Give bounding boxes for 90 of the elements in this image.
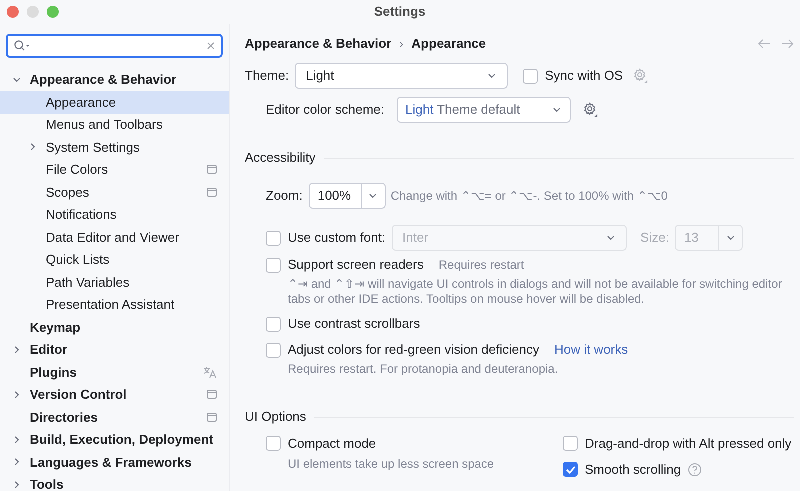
- checkbox-label: Adjust colors for red-green vision deficiency: [288, 341, 540, 360]
- tree-item[interactable]: Editor: [0, 338, 229, 361]
- tree-item-label: Plugins: [30, 364, 77, 382]
- checkbox-label: Compact mode: [288, 434, 376, 453]
- tree-item-label: Notifications: [46, 206, 117, 224]
- settings-icon[interactable]: [582, 102, 598, 118]
- expand-chevron-icon[interactable]: [12, 480, 22, 490]
- checkbox[interactable]: [266, 316, 281, 332]
- checkbox[interactable]: [563, 462, 578, 477]
- tree-item-label: File Colors: [46, 161, 108, 179]
- window-title: Settings: [374, 3, 426, 22]
- tree-item-label: System Settings: [46, 138, 140, 157]
- checkbox-label: Use contrast scrollbars: [288, 315, 420, 334]
- tree-item[interactable]: Path Variables: [0, 271, 229, 294]
- checkbox-label: Sync with OS: [545, 67, 624, 86]
- checkbox[interactable]: [523, 68, 538, 84]
- tree-item-label: Tools: [30, 476, 64, 491]
- breadcrumb-item: Appearance & Behavior: [245, 35, 392, 54]
- expand-chevron-icon[interactable]: [12, 457, 22, 468]
- theme-label: Theme:: [245, 67, 290, 86]
- tree-item-label: Path Variables: [46, 274, 130, 292]
- checkbox-label: Support screen readers: [288, 256, 424, 274]
- checkbox-label: Use custom font:: [288, 229, 386, 248]
- tree-item-label: Quick Lists: [46, 251, 110, 269]
- tree-item[interactable]: Menus and Toolbars: [0, 114, 229, 136]
- expand-chevron-icon[interactable]: [12, 434, 22, 445]
- tree-item[interactable]: Directories: [0, 406, 229, 428]
- checkbox-label: Drag-and-drop with Alt pressed only: [585, 434, 792, 453]
- tree-item-label: Editor: [30, 341, 68, 359]
- tree-item-label: Languages & Frameworks: [30, 454, 192, 472]
- tree-item[interactable]: Tools: [0, 474, 229, 491]
- tree-item-label: Build, Execution, Deployment: [30, 431, 214, 449]
- zoom-combo[interactable]: 100%: [308, 183, 386, 209]
- breadcrumb-separator: ›: [400, 36, 404, 53]
- tree-item[interactable]: File Colors: [0, 158, 229, 181]
- dropdown-chevron-icon[interactable]: [606, 233, 616, 243]
- tree-item-label: Directories: [30, 408, 98, 426]
- tree-item[interactable]: Data Editor and Viewer: [0, 226, 229, 248]
- section-title: Accessibility: [245, 149, 316, 168]
- tree-item-label: Menus and Toolbars: [46, 116, 163, 134]
- dropdown-chevron-icon[interactable]: [552, 105, 562, 115]
- tree-item[interactable]: Quick Lists: [0, 248, 229, 271]
- tree-item-label: Appearance & Behavior: [30, 71, 177, 89]
- tree-item[interactable]: Appearance & Behavior: [0, 68, 229, 91]
- checkbox[interactable]: [266, 258, 281, 272]
- clear-icon[interactable]: [207, 42, 215, 50]
- tree-item-label: Version Control: [30, 386, 127, 404]
- expand-chevron-icon[interactable]: [12, 344, 22, 355]
- tree-item[interactable]: System Settings: [0, 136, 229, 158]
- search-icon: [14, 40, 31, 52]
- dropdown-chevron-icon[interactable]: [726, 233, 736, 243]
- checkmark-icon: [566, 466, 576, 474]
- restart-note: Requires restart: [438, 257, 524, 274]
- tree-item[interactable]: Scopes: [0, 181, 229, 204]
- dropdown-chevron-icon[interactable]: [487, 71, 498, 81]
- tree-item-label: Presentation Assistant: [46, 296, 175, 314]
- zoom-hint: Change with ⌃⌥= or ⌃⌥-. Set to 100% with ⌃⌥0: [390, 188, 668, 205]
- tree-item-label: Scopes: [46, 184, 90, 202]
- option-description: UI elements take up less screen space: [287, 456, 496, 473]
- tree-item[interactable]: Languages & Frameworks: [0, 451, 229, 474]
- tree-item[interactable]: Keymap: [0, 316, 229, 338]
- dropdown-chevron-icon[interactable]: [368, 191, 378, 201]
- tree-item-label: Keymap: [30, 318, 81, 337]
- tree-item[interactable]: Notifications: [0, 204, 229, 226]
- section-title: UI Options: [245, 408, 306, 426]
- tree-item[interactable]: Build, Execution, Deployment: [0, 428, 229, 451]
- theme-dropdown[interactable]: Light: [295, 63, 508, 89]
- checkbox[interactable]: [563, 436, 578, 451]
- color-scheme-dropdown[interactable]: Light Theme default: [396, 97, 570, 123]
- expand-chevron-icon[interactable]: [12, 390, 22, 400]
- checkbox[interactable]: [266, 436, 281, 451]
- zoom-label: Zoom:: [266, 187, 303, 206]
- checkbox-label: Smooth scrolling: [585, 460, 682, 479]
- breadcrumb-item: Appearance: [412, 35, 486, 54]
- how-it-works-link[interactable]: How it works: [554, 340, 628, 360]
- checkbox[interactable]: [266, 342, 281, 358]
- close-window-button[interactable]: [7, 6, 19, 18]
- tree-item[interactable]: Plugins: [0, 361, 229, 384]
- color-scheme-label: Editor color scheme:: [266, 101, 384, 120]
- tree-item-label: Appearance: [46, 94, 116, 112]
- size-label: Size:: [640, 229, 670, 248]
- search-field[interactable]: [6, 34, 223, 58]
- checkbox[interactable]: [266, 230, 281, 246]
- tree-item-label: Data Editor and Viewer: [46, 228, 180, 246]
- tree-item[interactable]: Presentation Assistant: [0, 294, 229, 316]
- option-description: ⌃⇥ and ⌃⇧⇥ will navigate UI controls in dialogs and will not be available for switching editor tabs or other IDE actions. Tooltips on mouse hover will be disabled.: [287, 277, 784, 307]
- option-description: Requires restart. For protanopia and deuteranopia.: [287, 362, 560, 377]
- expand-chevron-icon[interactable]: [28, 142, 38, 152]
- tree-item[interactable]: Version Control: [0, 384, 229, 406]
- tree-item[interactable]: Appearance: [0, 91, 229, 114]
